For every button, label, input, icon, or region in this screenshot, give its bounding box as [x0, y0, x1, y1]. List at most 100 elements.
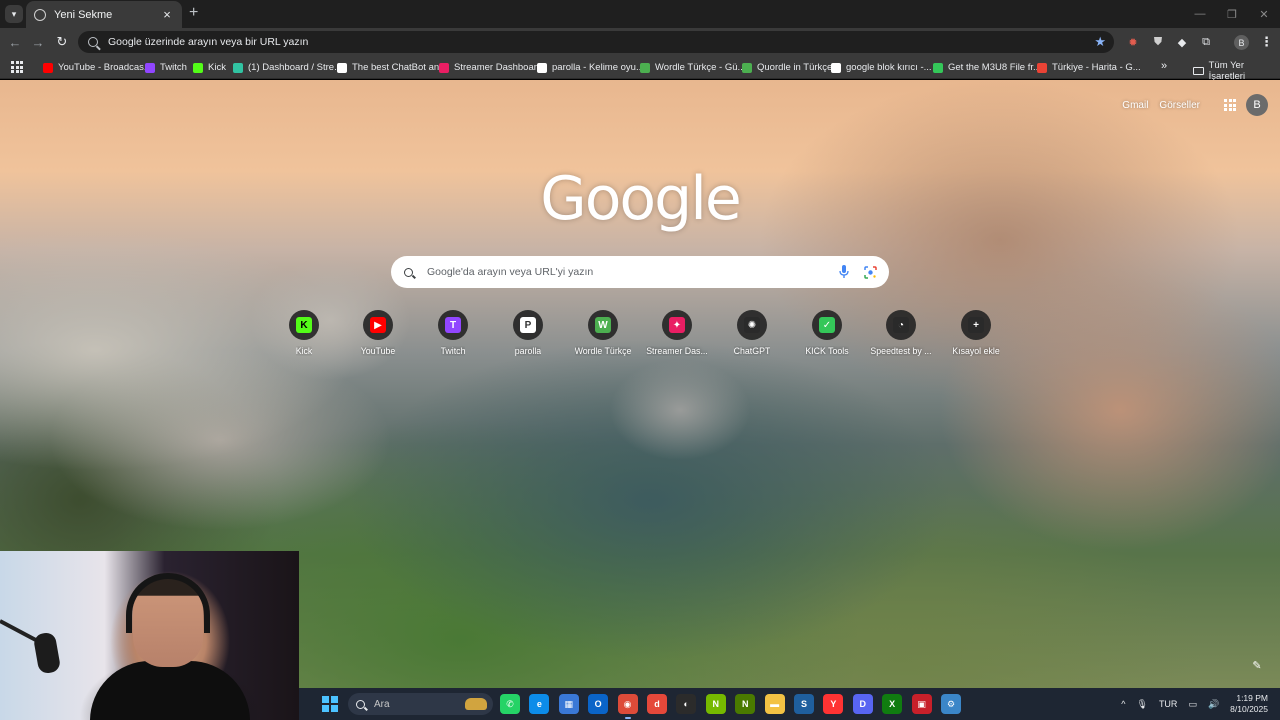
bookmark-label: Wordle Türkçe - Gü... — [655, 62, 746, 73]
outlook-icon[interactable]: O — [588, 694, 609, 714]
bookmark-item[interactable]: Twitch — [145, 60, 187, 75]
shortcut-tile[interactable]: Pparolla — [491, 310, 565, 356]
reload-button[interactable]: ↻ — [54, 34, 70, 50]
bookmark-item[interactable]: Streamer Dashboard — [439, 60, 542, 75]
taskbar-search[interactable]: Ara — [348, 693, 493, 715]
extension-shield-icon[interactable]: ⛊ — [1151, 35, 1165, 49]
tab-close-icon[interactable]: × — [160, 7, 174, 22]
shortcut-label: ChatGPT — [733, 346, 771, 356]
back-button[interactable]: ← — [7, 34, 23, 50]
steam-icon[interactable]: S — [794, 694, 814, 714]
clock[interactable]: 1:19 PM 8/10/2025 — [1230, 693, 1268, 715]
shortcut-icon: ✦ — [662, 310, 692, 340]
images-link[interactable]: Görseller — [1159, 100, 1200, 111]
bookmarks-overflow-icon[interactable]: » — [1161, 60, 1167, 72]
bookmark-label: Kick — [208, 62, 226, 73]
wordle-icon — [640, 62, 650, 73]
bookmark-label: The best ChatBot an... — [352, 62, 448, 73]
tray-chevron-icon[interactable]: ^ — [1121, 699, 1125, 709]
customize-pencil-icon[interactable]: ✎ — [1248, 656, 1266, 674]
edge-icon[interactable]: e — [529, 694, 550, 714]
shortcut-tile[interactable]: K Kick — [267, 310, 341, 356]
settings-app-icon[interactable]: ⚙ — [941, 694, 961, 714]
shortcut-tile[interactable]: ◔ Speedtest by ... — [864, 310, 938, 356]
tab-search-button[interactable]: ▾ — [5, 5, 23, 23]
bookmark-item[interactable]: (1) Dashboard / Stre... — [233, 60, 342, 75]
shortcut-tile[interactable]: ✓ KICK Tools — [790, 310, 864, 356]
voice-search-icon[interactable] — [837, 265, 851, 279]
bookmark-item[interactable]: Wordle Türkçe - Gü... — [640, 60, 745, 75]
bookmark-item[interactable]: parolla - Kelime oyu... — [537, 60, 644, 75]
bookmark-item[interactable]: google blok kırıcı -... — [831, 60, 932, 75]
yandex-icon[interactable]: Y — [823, 694, 844, 714]
game-icon[interactable]: ▣ — [911, 694, 932, 714]
extension-bug-icon[interactable]: ✹ — [1126, 35, 1140, 49]
nvidia-icon[interactable]: N — [705, 694, 726, 714]
bookmark-item[interactable]: Kick — [193, 60, 226, 75]
bookmark-star-icon[interactable]: ★ — [1094, 34, 1106, 50]
bookmark-item[interactable]: Quordle in Türkçe — [742, 60, 832, 75]
bookmark-label: parolla - Kelime oyu... — [552, 62, 644, 73]
input-language[interactable]: TUR — [1159, 699, 1178, 709]
tab-new-tab[interactable]: Yeni Sekme × — [26, 1, 182, 28]
network-icon[interactable]: ▭ — [1188, 699, 1197, 710]
windows-start-icon[interactable] — [322, 696, 338, 712]
bookmark-item[interactable]: The best ChatBot an... — [337, 60, 447, 75]
chrome-favicon-icon — [34, 8, 46, 21]
shortcut-icon: ✓ — [812, 310, 842, 340]
xbox-icon[interactable]: X — [882, 694, 903, 714]
person-body — [90, 661, 250, 720]
bookmark-item[interactable]: Türkiye - Harita - G... — [1037, 60, 1141, 75]
shortcut-tile[interactable]: W Wordle Türkçe — [566, 310, 640, 356]
all-bookmarks-folder[interactable]: Tüm Yer İşaretleri — [1193, 60, 1280, 82]
streamlabs-icon — [233, 62, 243, 73]
discord-icon[interactable]: D — [852, 694, 873, 714]
store-icon[interactable]: ▦ — [558, 694, 579, 714]
bookmark-label: Twitch — [160, 62, 187, 73]
shortcut-tile[interactable]: ✦ Streamer Das... — [640, 310, 714, 356]
apps-grid-icon[interactable] — [11, 61, 23, 73]
bookmark-item[interactable]: Get the M3U8 File fr... — [933, 60, 1041, 75]
folder-icon — [1193, 67, 1204, 75]
windows-taskbar: Ara ✆ e ▦ O ◉ d ◐ N N ▬ S Y D X ▣ ⚙ ^ 🎙 TUR ▭ 🔊 1:19 PM… — [299, 688, 1280, 720]
chrome-menu-icon[interactable]: ⋮ — [1260, 34, 1273, 50]
shortcut-tile[interactable]: T Twitch — [416, 310, 490, 356]
tray-mic-icon[interactable]: 🎙 — [1137, 699, 1148, 710]
headphones — [126, 573, 210, 633]
search-icon — [356, 699, 365, 709]
system-tray: ^ 🎙 TUR ▭ 🔊 1:19 PM 8/10/2025 — [1121, 688, 1280, 720]
shortcut-tile[interactable]: ✺ ChatGPT — [715, 310, 789, 356]
obs-alt-icon[interactable]: d — [647, 694, 667, 714]
forward-button[interactable]: → — [30, 34, 46, 50]
new-tab-button[interactable]: + — [189, 5, 198, 21]
obs-icon[interactable]: ◐ — [676, 694, 697, 714]
ntp-top-links: Gmail Görseller B — [1122, 94, 1268, 116]
clock-time: 1:19 PM — [1236, 693, 1268, 703]
extensions-puzzle-icon[interactable]: ⧉ — [1199, 35, 1213, 49]
chrome-icon[interactable]: ◉ — [617, 694, 638, 719]
bookmark-item[interactable]: YouTube - Broadcas... — [43, 60, 152, 75]
google-lens-icon[interactable] — [863, 265, 877, 279]
minimize-button[interactable]: — — [1184, 0, 1216, 28]
account-avatar[interactable]: B — [1246, 94, 1268, 116]
shortcut-tile[interactable]: + Kısayol ekle — [939, 310, 1013, 356]
shortcut-tile[interactable]: ▶ YouTube — [341, 310, 415, 356]
whatsapp-icon[interactable]: ✆ — [500, 694, 520, 714]
google-apps-icon[interactable] — [1224, 99, 1236, 111]
ntp-search-box[interactable]: Google'da arayın veya URL'yi yazın — [391, 256, 889, 288]
gmail-link[interactable]: Gmail — [1122, 100, 1148, 111]
extension-diamond-icon[interactable]: ◆ — [1175, 35, 1189, 49]
address-bar[interactable]: Google üzerinde arayın veya bir URL yazı… — [78, 31, 1114, 53]
nvidia-broadcast-icon[interactable]: N — [735, 694, 756, 714]
maps-pin-icon — [1037, 62, 1047, 73]
shortcut-icon: ◔ — [886, 310, 916, 340]
file-explorer-icon[interactable]: ▬ — [764, 694, 785, 714]
webcam-overlay — [0, 551, 299, 720]
volume-icon[interactable]: 🔊 — [1208, 699, 1219, 710]
profile-avatar[interactable]: B — [1234, 35, 1249, 50]
shortcut-icon: ▶ — [363, 310, 393, 340]
close-window-button[interactable]: ✕ — [1248, 0, 1280, 28]
shortcut-icon: W — [588, 310, 618, 340]
maximize-button[interactable]: ❐ — [1216, 0, 1248, 28]
address-bar-placeholder: Google üzerinde arayın veya bir URL yazı… — [108, 36, 309, 48]
